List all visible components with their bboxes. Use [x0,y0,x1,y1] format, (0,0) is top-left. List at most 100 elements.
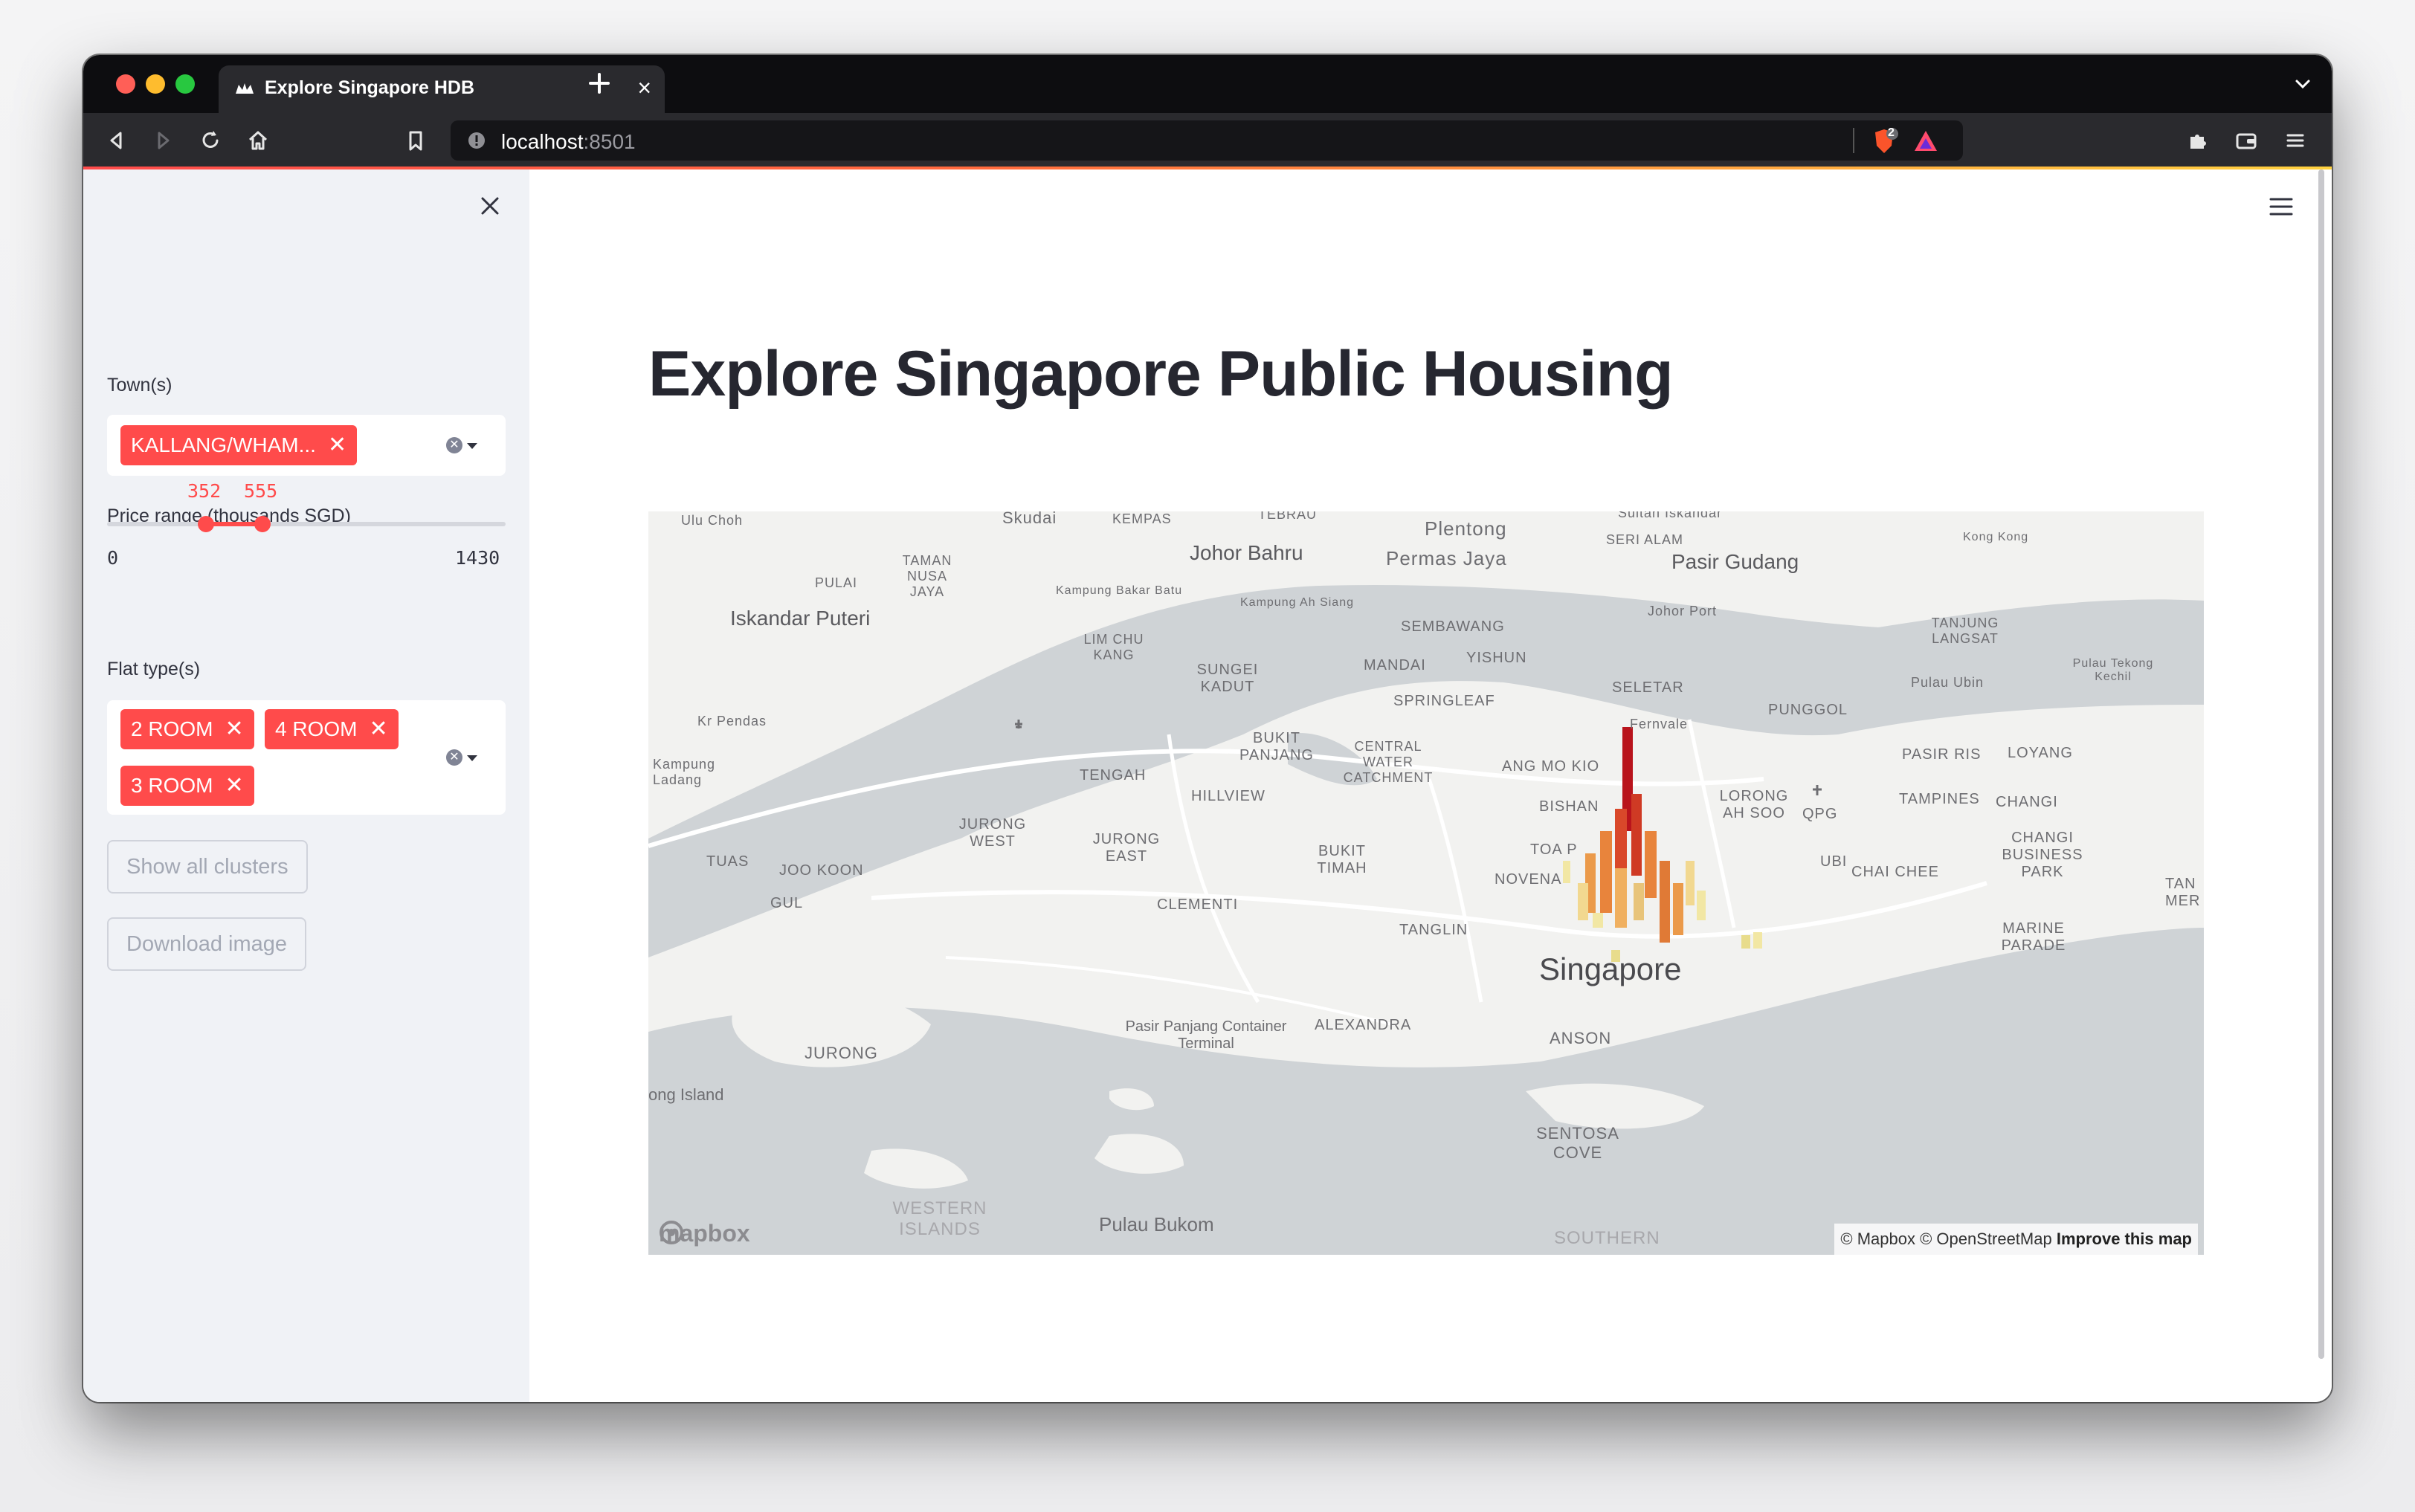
map-label: HILLVIEW [1191,788,1265,804]
map-label: ANSON [1550,1029,1612,1047]
tab-strip: Explore Singapore HDB × [83,55,2332,113]
map-label: ALEXANDRA [1315,1017,1412,1033]
flat-type-chip[interactable]: 3 ROOM ✕ [120,766,254,806]
page-title: Explore Singapore Public Housing [648,338,1674,410]
mapbox-logo[interactable]: mapbox [659,1220,750,1247]
address-bar[interactable]: localhost:8501 2 [451,120,1963,161]
map-label: CHANGI [1996,794,2058,810]
housing-map[interactable]: Ulu Choh Skudai KEMPAS TEBRAU Plentong S… [648,511,2204,1255]
browser-menu-icon[interactable] [2283,128,2308,153]
map-label: Sultan Iskandar [1618,511,1723,520]
map-label: Pasir Gudang [1671,550,1799,573]
remove-chip-icon[interactable]: ✕ [225,717,243,741]
map-label: LORONG AH SOO [1719,788,1789,821]
price-max-label: 1430 [455,547,500,569]
url-port: :8501 [583,130,636,153]
new-tab-icon[interactable] [584,68,614,98]
map-label: Plentong [1425,517,1507,540]
improve-map-link[interactable]: Improve this map [2057,1230,2192,1248]
map-label: Kampung Ladang [653,757,716,787]
site-info-icon[interactable] [467,131,486,150]
url-host: localhost [501,130,584,153]
map-label: SERI ALAM [1606,532,1684,547]
remove-chip-icon[interactable]: ✕ [369,717,387,741]
map-label: QPG [1802,806,1838,822]
map-label: KEMPAS [1112,511,1172,526]
show-all-clusters-button[interactable]: Show all clusters [107,840,308,894]
close-tab-icon[interactable]: × [637,74,651,101]
clear-flat-types-icon[interactable]: ✕ [446,749,462,766]
main-content: Explore Singapore Public Housing Ulu Cho… [529,169,2332,1402]
chevron-down-icon[interactable] [2293,74,2312,94]
map-label: GUL [770,895,804,911]
url-text: localhost:8501 [501,130,636,154]
map-label: JURONG WEST [958,816,1027,850]
price-slider-track[interactable] [107,522,506,526]
wallet-icon[interactable] [2234,128,2259,153]
download-image-button[interactable]: Download image [107,917,307,971]
town-chip-label: KALLANG/WHAM... [131,433,316,456]
road [1687,719,1736,928]
zoom-window-button[interactable] [175,74,195,94]
map-label: PULAI [815,575,858,590]
page-scrollbar[interactable] [2318,169,2324,1359]
sidebar: Town(s) KALLANG/WHAM... ✕ ✕ Price range (… [83,169,529,1402]
close-sidebar-icon[interactable] [477,193,503,219]
towns-label: Town(s) [107,375,172,395]
map-label: TAMPINES [1899,791,1980,807]
towns-dropdown-caret-icon[interactable] [467,443,477,449]
map-label: Kampung Bakar Batu [1056,584,1183,597]
map-label: TUAS [706,853,749,870]
town-chip[interactable]: KALLANG/WHAM... ✕ [120,425,358,465]
bookmark-icon[interactable] [403,128,428,153]
urlbar-divider [1853,128,1854,153]
reload-icon[interactable] [198,128,223,153]
app-menu-icon[interactable] [2269,196,2293,217]
flat-type-chip[interactable]: 2 ROOM ✕ [120,709,254,749]
attribution-text[interactable]: © Mapbox © OpenStreetMap [1840,1230,2051,1248]
map-label: TENGAH [1080,767,1147,784]
map-label: Kr Pendas [697,714,767,728]
map-label: Skudai [1002,511,1057,527]
road [945,956,1393,1026]
price-slider-low-handle[interactable] [198,516,214,532]
remove-chip-icon[interactable]: ✕ [225,773,243,798]
flat-type-chip[interactable]: 4 ROOM ✕ [265,709,399,749]
map-label: JOO KOON [779,862,864,879]
close-window-button[interactable] [116,74,135,94]
map-label: TANGLIN [1399,922,1468,938]
map-label: Pulau Ubin [1911,675,1984,690]
flat-types-multiselect[interactable]: 2 ROOM ✕ 4 ROOM ✕ 3 ROOM ✕ ✕ [107,700,506,815]
flat-types-dropdown-caret-icon[interactable] [467,755,477,761]
map-label: CENTRAL WATER CATCHMENT [1343,739,1434,785]
brave-shields-icon[interactable] [1869,126,1899,156]
back-icon[interactable] [104,128,129,153]
map-label: Permas Jaya [1386,547,1507,569]
price-high-value: 555 [244,480,278,502]
home-icon[interactable] [245,128,271,153]
map-label: JURONG [805,1044,878,1062]
map-label: TEBRAU [1258,511,1318,522]
price-slider-high-handle[interactable] [254,516,271,532]
brave-rewards-icon[interactable] [1912,128,1939,155]
map-label: BISHAN [1539,798,1599,815]
minimize-window-button[interactable] [146,74,165,94]
flat-type-chip-label: 4 ROOM [275,717,358,740]
towns-multiselect[interactable]: KALLANG/WHAM... ✕ ✕ [107,415,506,476]
shields-count-badge: 2 [1888,126,1895,139]
map-label: Johor Bahru [1190,541,1303,564]
map-label: Ulu Choh [681,513,744,528]
browser-window: Explore Singapore HDB × localhost:8501 2… [83,55,2332,1402]
map-label: Kong Kong [1963,531,2029,543]
map-label: ANG MO KIO [1502,758,1600,775]
streamlit-crown-icon [236,83,254,94]
forward-icon[interactable] [150,128,175,153]
map-label: WESTERN ISLANDS [892,1198,987,1239]
mapbox-logo-icon [660,1221,683,1244]
remove-chip-icon[interactable]: ✕ [328,433,346,457]
map-label: SOUTHERN [1554,1228,1660,1248]
extensions-icon[interactable] [2185,128,2210,153]
clear-towns-icon[interactable]: ✕ [446,437,462,453]
map-attribution: © Mapbox © OpenStreetMap Improve this ma… [1834,1224,2198,1255]
map-label: Johor Port [1648,604,1718,618]
